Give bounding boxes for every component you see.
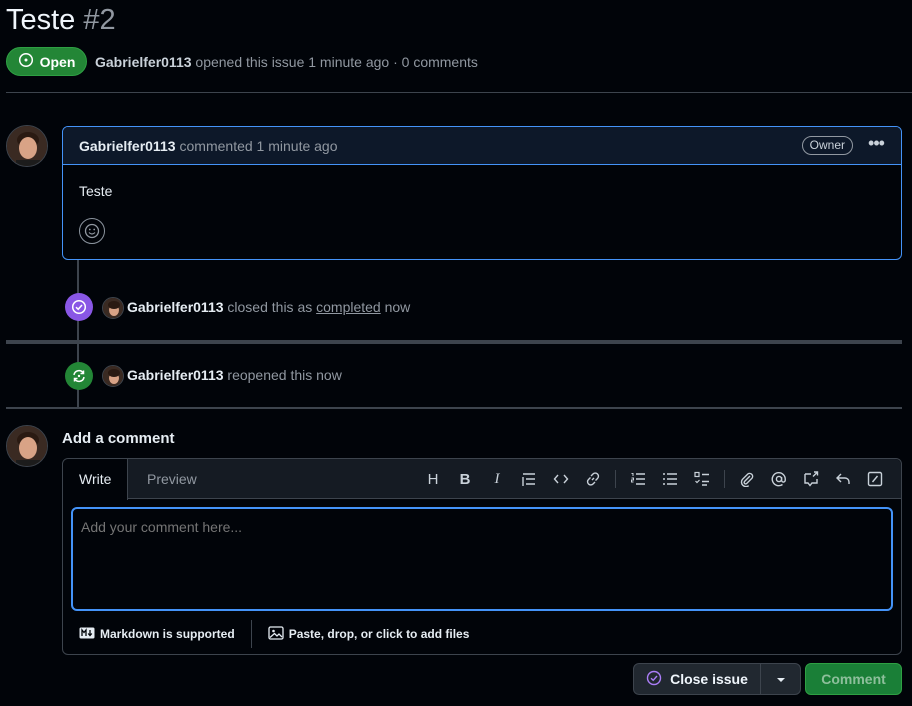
attach-files-button[interactable]: Paste, drop, or click to add files (252, 625, 486, 644)
comments-divider (6, 407, 902, 409)
reopened-event-badge (65, 362, 93, 390)
editor-toolbar-row: Write Preview H B I (63, 459, 901, 500)
check-circle-icon (71, 299, 87, 315)
image-icon (268, 625, 284, 644)
event-avatar[interactable] (102, 365, 124, 387)
smiley-icon (84, 223, 100, 239)
completed-link[interactable]: completed (316, 299, 381, 315)
markdown-icon (79, 627, 95, 642)
bold-icon[interactable]: B (449, 467, 481, 491)
formatting-toolbar: H B I (417, 467, 891, 491)
comment-body: Teste (79, 183, 113, 199)
tab-write[interactable]: Write (63, 459, 129, 500)
link-icon[interactable] (577, 467, 609, 491)
close-options-dropdown[interactable] (760, 663, 801, 695)
code-icon[interactable] (545, 467, 577, 491)
editor-footer: Markdown is supported Paste, drop, or cl… (63, 614, 901, 654)
close-issue-button[interactable]: Close issue (633, 663, 761, 695)
header-divider (6, 92, 912, 93)
avatar[interactable] (6, 425, 48, 467)
mention-icon[interactable] (763, 467, 795, 491)
status-label: Open (39, 53, 76, 70)
closed-event-text: Gabrielfer0113 closed this as completed … (127, 299, 410, 315)
paperclip-icon[interactable] (731, 467, 763, 491)
close-issue-label: Close issue (670, 671, 748, 687)
reply-icon[interactable] (827, 467, 859, 491)
sync-icon (73, 369, 85, 383)
markdown-label: Markdown is supported (100, 627, 235, 641)
italic-icon[interactable]: I (481, 467, 513, 491)
issue-opened-icon (18, 52, 34, 71)
add-comment-heading: Add a comment (62, 430, 175, 447)
comment-button[interactable]: Comment (805, 663, 902, 695)
issue-title-text: Teste (6, 4, 76, 36)
comment-input[interactable] (71, 507, 893, 611)
closed-event-badge (65, 293, 93, 321)
check-circle-icon (646, 670, 662, 689)
heading-icon[interactable]: H (417, 467, 449, 491)
event-author-link[interactable]: Gabrielfer0113 (127, 299, 224, 315)
reopened-event-text: Gabrielfer0113 reopened this now (127, 367, 342, 383)
comment-card: Gabrielfer0113 commented 1 minute ago Ow… (62, 126, 902, 260)
slash-command-icon[interactable] (859, 467, 891, 491)
issue-meta: Gabrielfer0113 opened this issue 1 minut… (95, 54, 478, 70)
comment-author-link[interactable]: Gabrielfer0113 (79, 138, 176, 154)
unordered-list-icon[interactable] (654, 467, 686, 491)
triangle-down-icon (775, 671, 787, 687)
tab-preview[interactable]: Preview (131, 459, 213, 499)
event-avatar[interactable] (102, 297, 124, 319)
markdown-supported-link[interactable]: Markdown is supported (63, 627, 251, 642)
add-reaction-button[interactable] (79, 218, 105, 244)
comment-timestamp[interactable]: commented 1 minute ago (180, 138, 338, 154)
event-text: closed this as (227, 299, 313, 315)
kebab-menu-icon[interactable]: ••• (865, 134, 887, 155)
toolbar-separator (615, 470, 616, 488)
event-author-link[interactable]: Gabrielfer0113 (127, 367, 224, 383)
issue-author-link[interactable]: Gabrielfer0113 (95, 54, 192, 70)
ordered-list-icon[interactable] (622, 467, 654, 491)
issue-meta-text: opened this issue 1 minute ago · 0 comme… (195, 54, 478, 70)
toolbar-separator (724, 470, 725, 488)
avatar[interactable] (6, 125, 48, 167)
issue-title: Teste #2 (6, 2, 116, 38)
event-text: reopened this now (227, 367, 342, 383)
owner-badge: Owner (801, 136, 853, 155)
status-badge: Open (6, 47, 87, 76)
task-list-icon[interactable] (686, 467, 718, 491)
cross-reference-icon[interactable] (795, 467, 827, 491)
comment-header: Gabrielfer0113 commented 1 minute ago Ow… (63, 127, 901, 165)
quote-icon[interactable] (513, 467, 545, 491)
comment-editor: Write Preview H B I Add your comment her… (62, 458, 902, 655)
event-text-after: now (384, 299, 411, 315)
attach-files-label: Paste, drop, or click to add files (288, 627, 470, 641)
timeline-divider (6, 340, 902, 344)
issue-number: #2 (83, 4, 116, 36)
